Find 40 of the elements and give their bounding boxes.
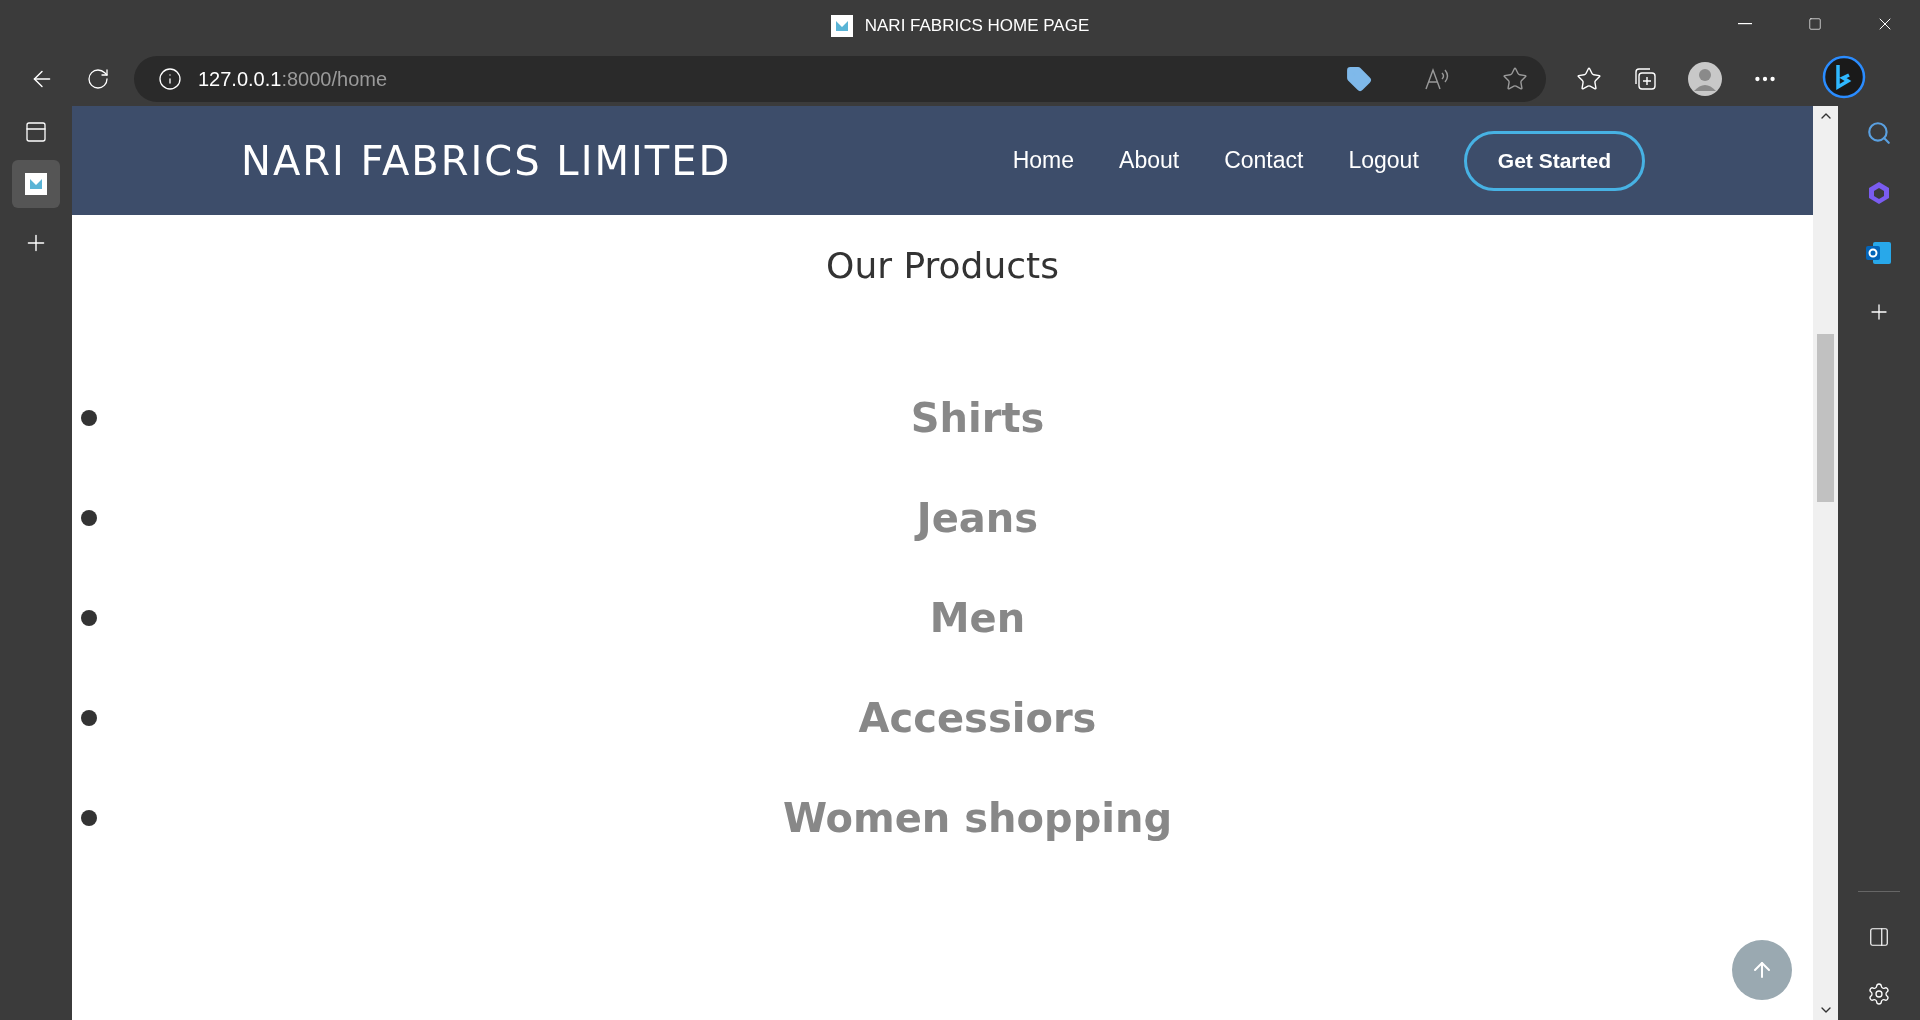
settings-icon[interactable] (1867, 982, 1891, 1006)
address-bar[interactable]: 127.0.0.1:8000/home (134, 56, 1546, 102)
sidebar-toggle-icon[interactable] (1868, 926, 1890, 948)
address-text: 127.0.0.1:8000/home (198, 67, 389, 92)
list-bullet (81, 710, 97, 726)
get-started-button[interactable]: Get Started (1463, 130, 1645, 191)
info-icon (158, 67, 182, 91)
vertical-tab[interactable] (12, 160, 60, 208)
product-category: Jeans (916, 494, 1039, 543)
product-category: Women shopping (782, 794, 1173, 843)
page-favicon (830, 15, 853, 37)
tag-icon[interactable] (1346, 66, 1372, 92)
section-heading: Our Products (825, 244, 1060, 288)
outlook-icon[interactable] (1865, 240, 1893, 266)
product-category: Accessiors (858, 694, 1097, 743)
search-icon[interactable] (1866, 120, 1892, 146)
profile-avatar-icon[interactable] (1688, 62, 1722, 96)
product-category: Men (929, 594, 1026, 643)
reload-icon (86, 67, 110, 91)
tab-favicon (25, 173, 47, 195)
list-bullet (81, 810, 97, 826)
minimize-icon (1738, 23, 1752, 25)
scrollbar-thumb[interactable] (1817, 334, 1834, 502)
nav-link[interactable]: About (1119, 143, 1180, 178)
product-category: Shirts (910, 394, 1045, 443)
nav-link[interactable]: Home (1012, 143, 1075, 178)
restore-icon (1808, 17, 1822, 31)
scrollbar[interactable] (1813, 106, 1838, 1020)
read-aloud-icon[interactable] (1424, 67, 1450, 91)
window-title: NARI FABRICS HOME PAGE (864, 15, 1090, 38)
favorites-icon[interactable] (1576, 66, 1602, 92)
list-bullet (81, 410, 97, 426)
list-bullet (81, 610, 97, 626)
site-brand[interactable]: NARI FABRICS LIMITED (241, 130, 732, 191)
add-favorite-icon[interactable] (1502, 66, 1528, 92)
collections-icon[interactable] (1632, 66, 1658, 92)
tab-actions-icon[interactable] (24, 120, 48, 144)
nav-link[interactable]: Contact (1224, 143, 1304, 178)
list-bullet (81, 510, 97, 526)
nav-link[interactable]: Logout (1348, 143, 1419, 178)
